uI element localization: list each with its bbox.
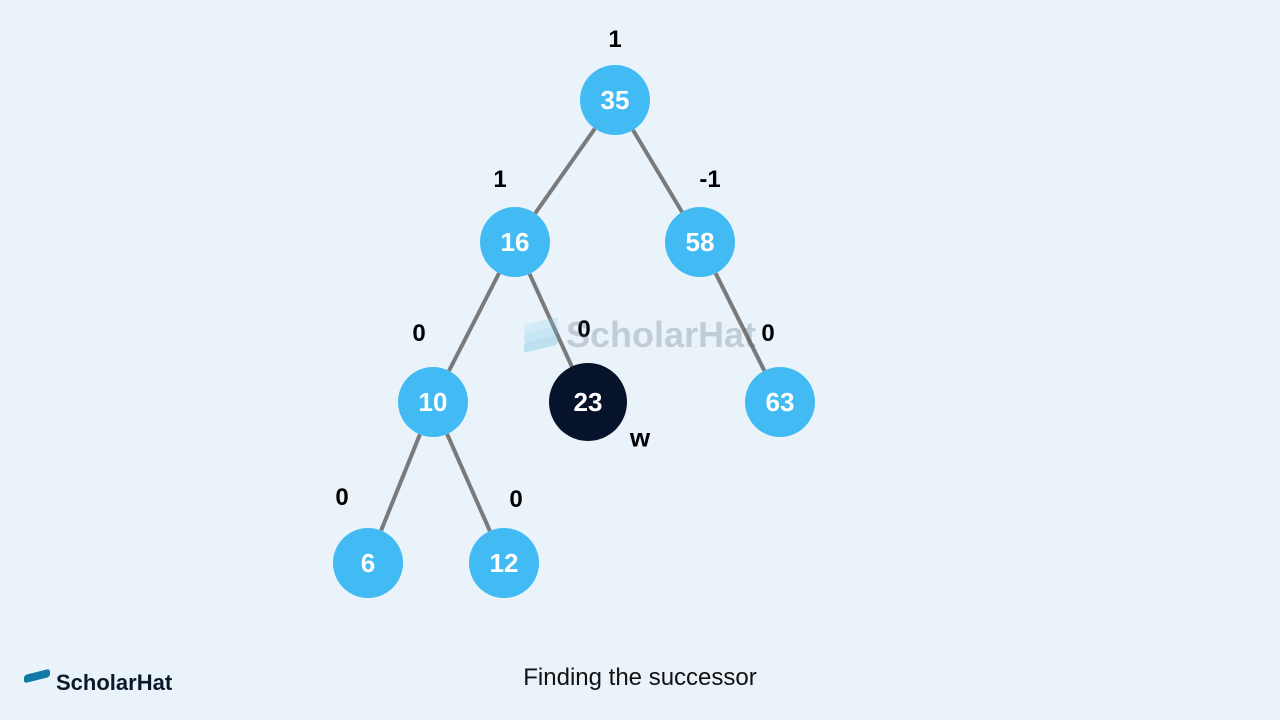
edge: [381, 434, 420, 530]
node-12: 12: [469, 528, 539, 598]
balance-35: 1: [608, 26, 621, 54]
balance-10: 0: [412, 320, 425, 348]
stack-icon: [24, 672, 50, 694]
node-58: 58: [665, 207, 735, 277]
diagram-caption: Finding the successor: [523, 664, 756, 692]
node-23: 23: [549, 363, 627, 441]
node-63: 63: [745, 367, 815, 437]
balance-12: 0: [509, 486, 522, 514]
edge: [633, 130, 682, 212]
node-16: 16: [480, 207, 550, 277]
brand-logo: ScholarHat: [24, 670, 172, 696]
edge: [449, 273, 499, 371]
label-w: w: [630, 423, 650, 454]
balance-16: 1: [493, 166, 506, 194]
node-6: 6: [333, 528, 403, 598]
edge: [530, 274, 574, 370]
node-10: 10: [398, 367, 468, 437]
edge: [447, 434, 490, 531]
brand-text: ScholarHat: [56, 670, 172, 696]
balance-6: 0: [335, 484, 348, 512]
balance-23: 0: [577, 316, 590, 344]
edge: [716, 273, 765, 370]
balance-63: 0: [761, 320, 774, 348]
balance-58: -1: [699, 166, 720, 194]
node-35: 35: [580, 65, 650, 135]
edge: [535, 129, 595, 214]
